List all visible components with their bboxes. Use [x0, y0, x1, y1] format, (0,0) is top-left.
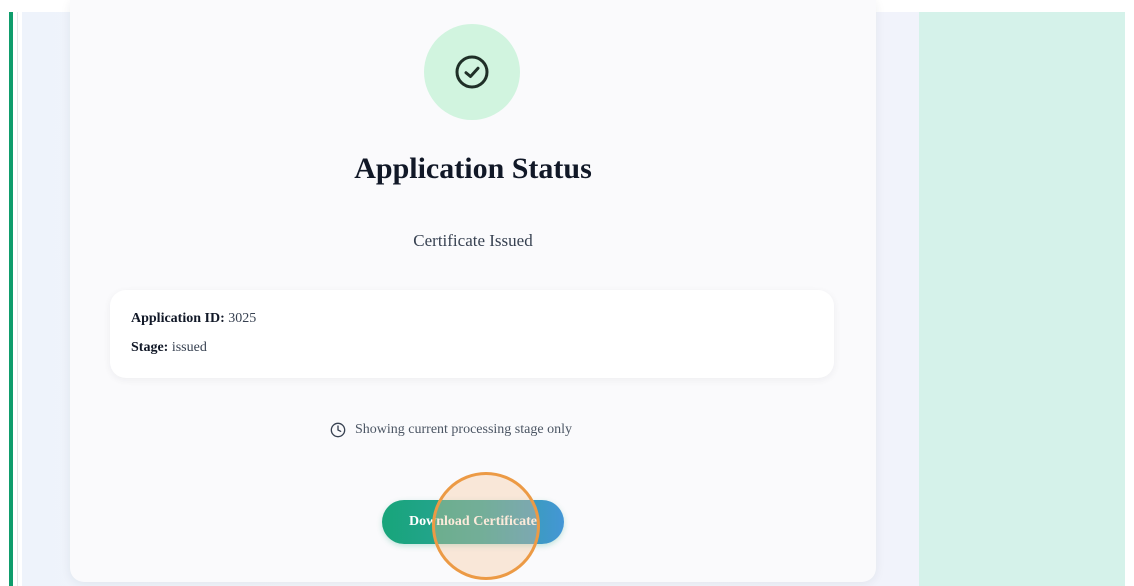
application-id-row: Application ID: 3025 — [131, 311, 256, 327]
right-side-panel — [919, 12, 1125, 586]
left-divider — [17, 12, 18, 586]
processing-note-text: Showing current processing stage only — [355, 422, 572, 437]
stage-value: issued — [171, 340, 207, 355]
download-certificate-button[interactable]: Download Certificate — [382, 500, 564, 544]
status-text: Certificate Issued — [413, 231, 533, 250]
status-icon-badge — [424, 24, 520, 120]
page-title: Application Status — [354, 152, 592, 185]
stage-row: Stage: issued — [131, 340, 207, 356]
stage-label: Stage: — [131, 340, 169, 355]
accent-bar — [9, 12, 13, 586]
check-circle-icon — [455, 55, 489, 89]
application-info-box: Application ID: 3025 Stage: issued — [110, 290, 834, 378]
application-id-value: 3025 — [228, 311, 257, 326]
application-id-label: Application ID: — [131, 311, 225, 326]
clock-icon — [330, 422, 346, 438]
processing-note: Showing current processing stage only — [330, 422, 572, 438]
